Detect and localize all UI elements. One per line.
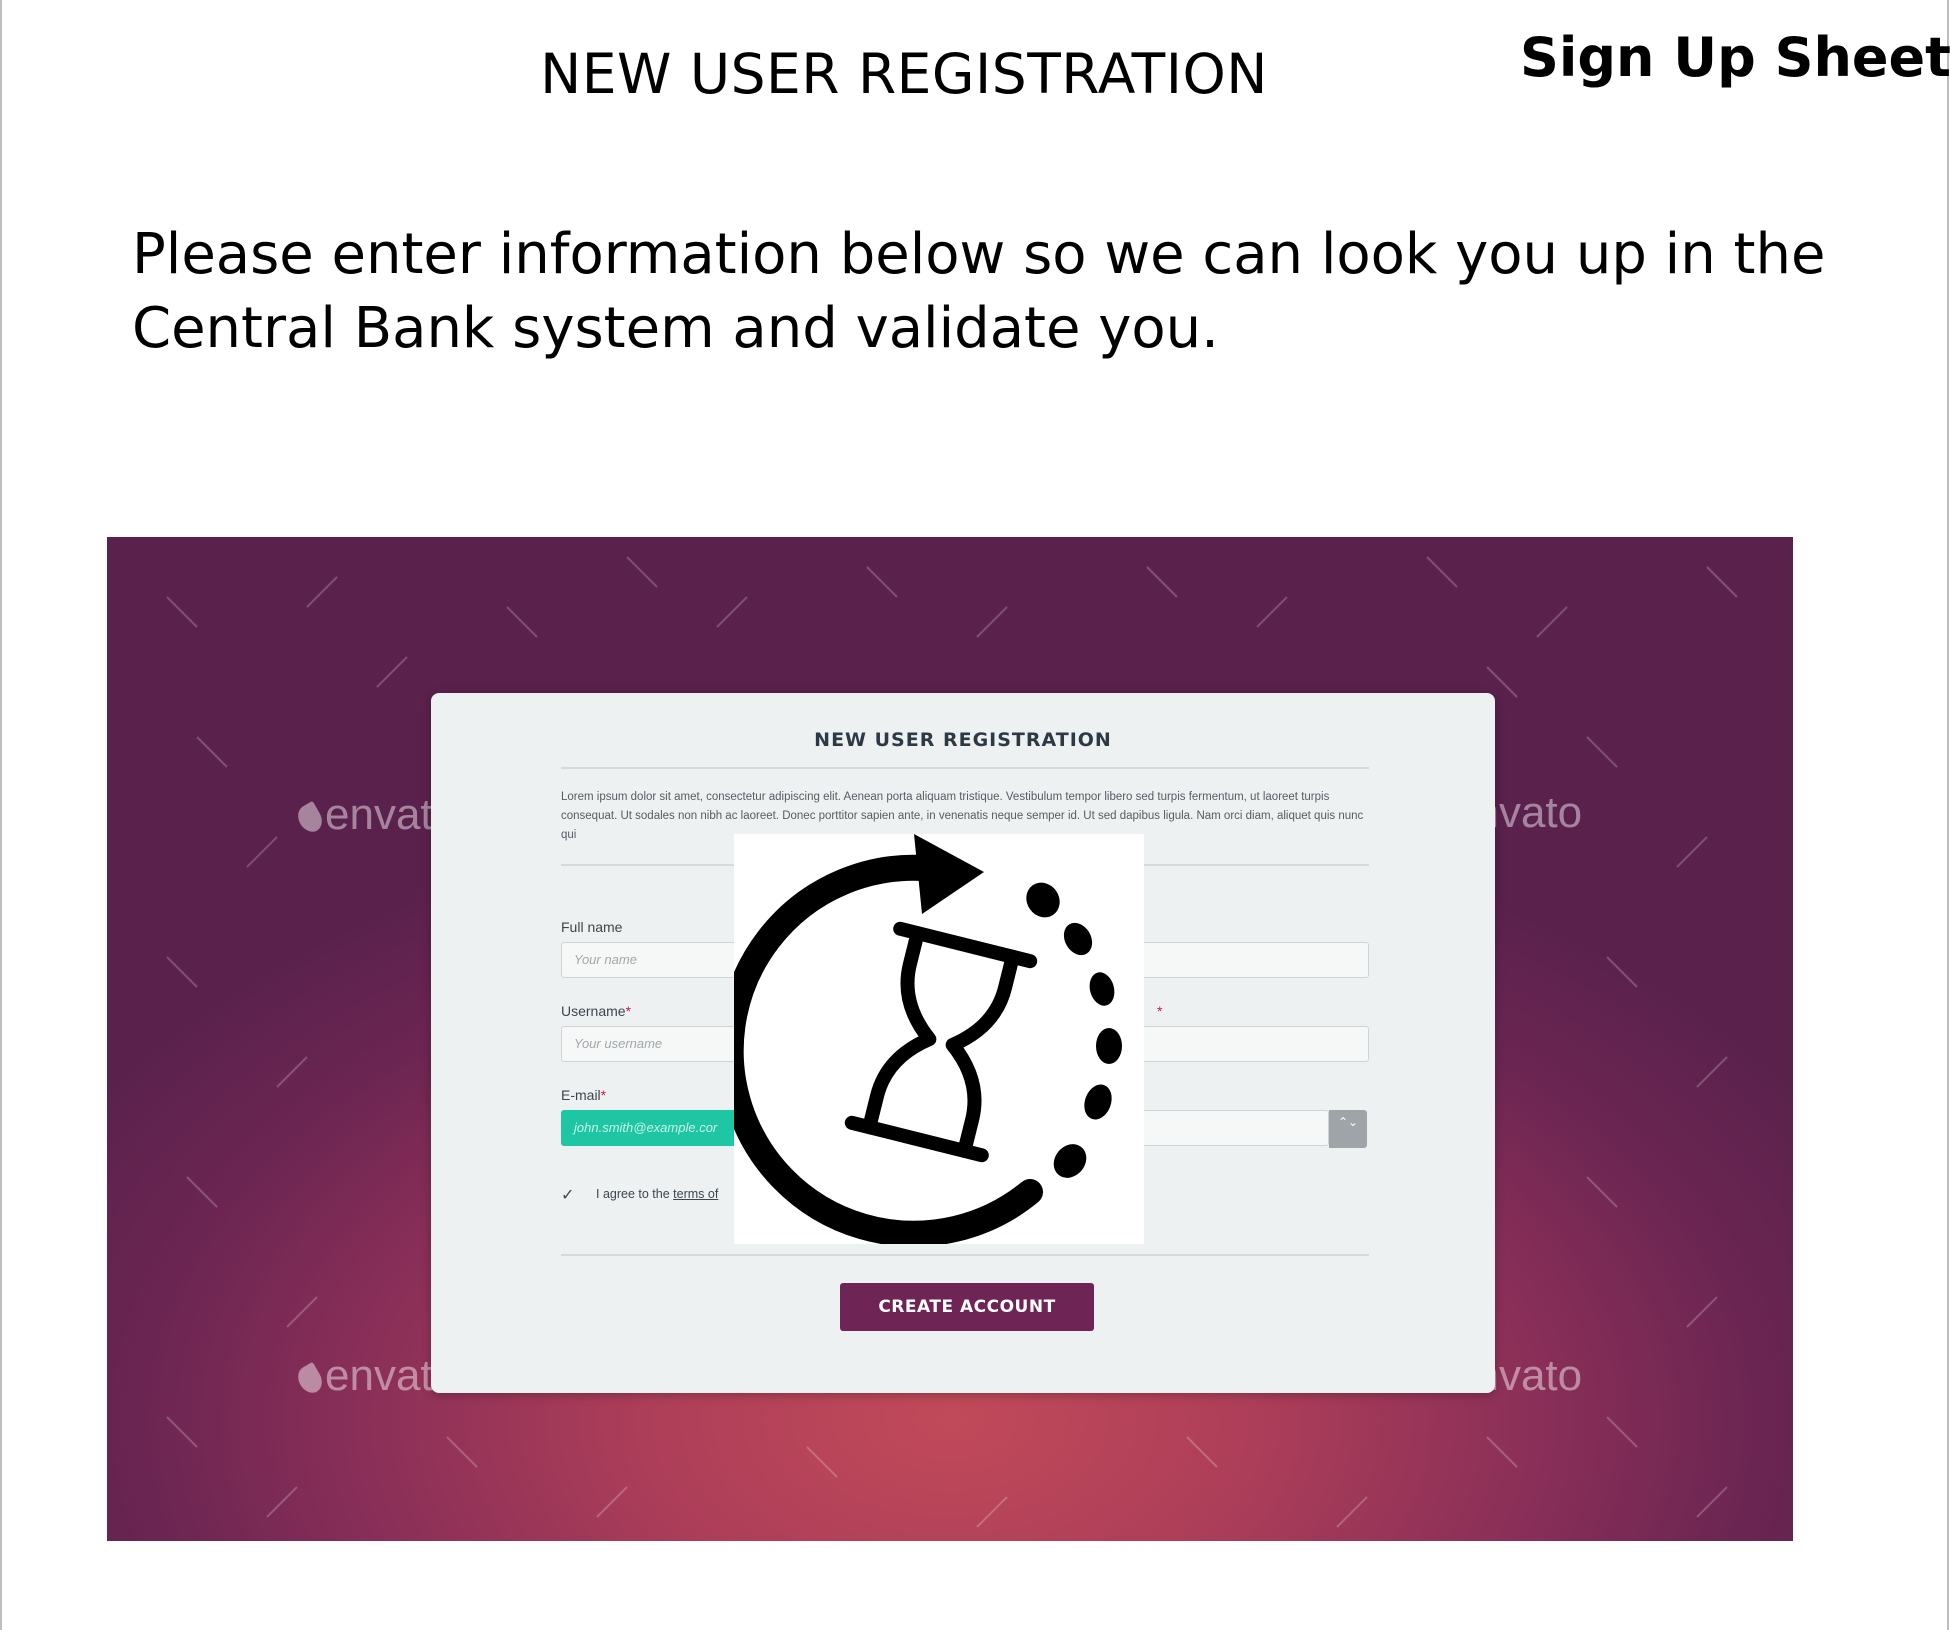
divider xyxy=(561,1254,1369,1256)
sheet-label: Sign Up Sheet xyxy=(1520,26,1950,89)
right-field-input-1[interactable] xyxy=(1139,942,1369,978)
select-arrows-icon[interactable]: ⌃⌄ xyxy=(1329,1110,1367,1148)
email-input[interactable]: john.smith@example.cor xyxy=(561,1110,761,1146)
create-account-button[interactable]: CREATE ACCOUNT xyxy=(840,1283,1094,1331)
agree-checkbox[interactable]: ✓ xyxy=(561,1185,574,1204)
divider xyxy=(561,767,1369,769)
envato-drop-icon xyxy=(293,800,327,837)
page-border-right xyxy=(1947,0,1949,1630)
hourglass-refresh-icon xyxy=(717,834,1122,1247)
agree-text: I agree to the terms of xyxy=(596,1187,719,1201)
email-label: E-mail* xyxy=(561,1087,607,1103)
envato-drop-icon xyxy=(293,1361,327,1398)
right-field-input-2[interactable] xyxy=(1139,1026,1369,1062)
intro-text: Please enter information below so we can… xyxy=(132,222,1826,361)
terms-link[interactable]: terms of xyxy=(673,1187,718,1201)
page-border-left xyxy=(0,0,2,1630)
full-name-label: Full name xyxy=(561,919,623,935)
right-field-label: * xyxy=(1157,1003,1163,1019)
username-input[interactable]: Your username xyxy=(561,1026,761,1062)
registration-mockup-image: envato envato envato envato envato NEW U… xyxy=(107,537,1793,1541)
right-select[interactable] xyxy=(1139,1110,1329,1146)
full-name-input[interactable]: Your name xyxy=(561,942,761,978)
card-title: NEW USER REGISTRATION xyxy=(814,729,1112,751)
username-label: Username* xyxy=(561,1003,632,1019)
processing-overlay xyxy=(717,834,1144,1247)
